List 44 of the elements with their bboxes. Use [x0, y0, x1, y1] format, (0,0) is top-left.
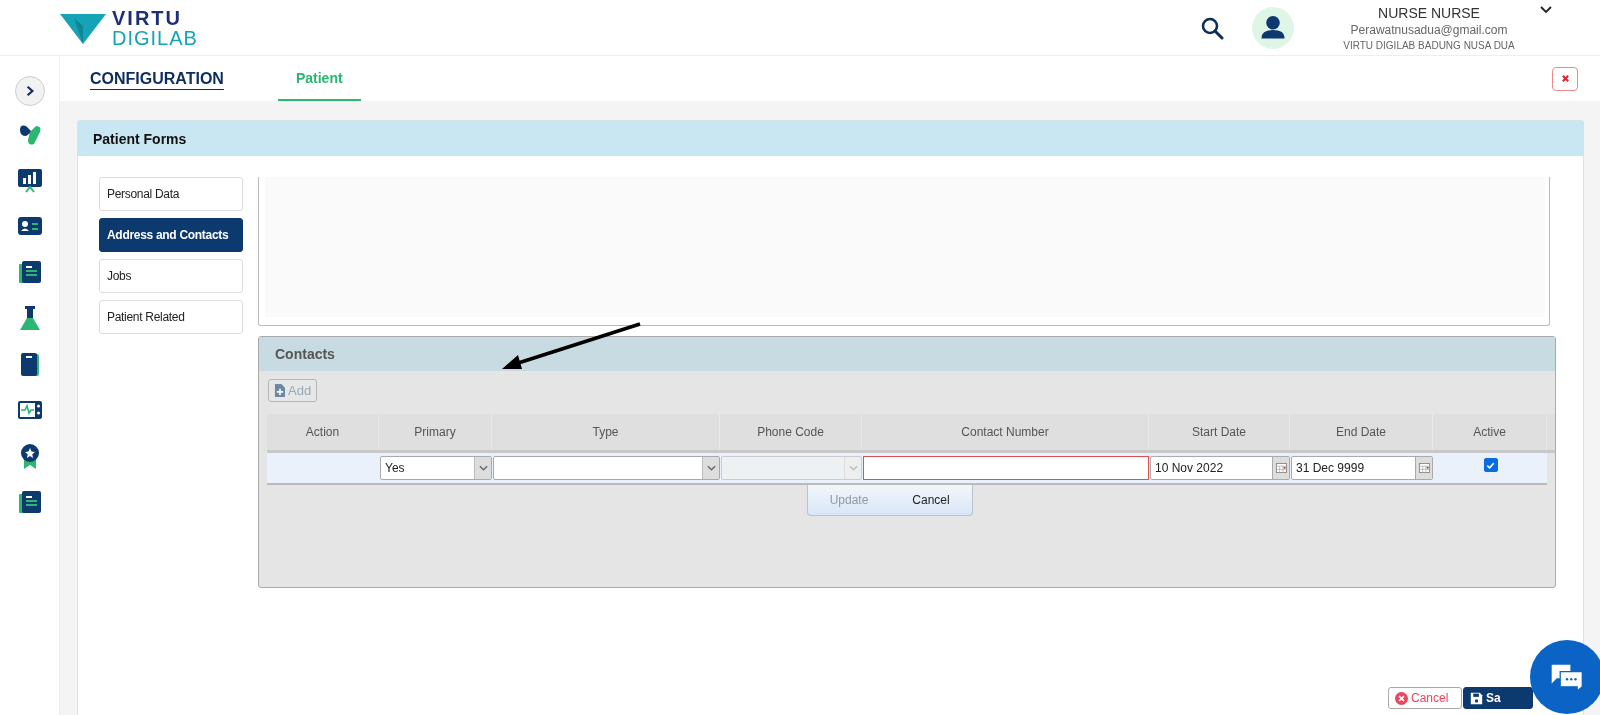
column-header: Type — [492, 414, 720, 450]
column-header: Action — [267, 414, 379, 450]
caret-icon — [706, 465, 716, 471]
user-email: Perawatnusadua@gmail.com — [1350, 22, 1508, 37]
close-icon — [1395, 691, 1408, 705]
form-tab[interactable]: Address and Contacts — [99, 218, 243, 252]
column-header: Active — [1433, 414, 1547, 450]
chevron-down-icon[interactable] — [1540, 5, 1552, 14]
calendar-icon — [1418, 463, 1430, 473]
caret-icon — [478, 465, 488, 471]
close-button[interactable] — [1552, 66, 1578, 91]
column-header: Contact Number — [862, 414, 1149, 450]
chat-bubbles-icon — [1550, 662, 1584, 692]
form-tab[interactable]: Personal Data — [99, 177, 243, 211]
search-icon[interactable] — [1200, 15, 1224, 40]
column-header: Start Date — [1149, 414, 1290, 450]
close-icon — [1560, 74, 1570, 83]
cancel-button[interactable]: Cancel — [890, 485, 972, 515]
calendar-icon — [1275, 463, 1287, 473]
page-title: CONFIGURATION — [90, 69, 224, 88]
date-field[interactable]: 31 Dec 9999 — [1291, 456, 1433, 480]
avatar-icon[interactable] — [1252, 6, 1294, 49]
save-button[interactable]: Sa — [1463, 687, 1533, 709]
form-tab[interactable]: Patient Related — [99, 300, 243, 334]
cancel-button[interactable]: Cancel — [1388, 687, 1462, 709]
brand-subname: DIGILAB — [112, 27, 198, 48]
active-checkbox[interactable] — [1483, 458, 1498, 472]
chart-board-icon[interactable] — [15, 166, 44, 194]
brand-name: VIRTU — [112, 7, 183, 28]
column-header: End Date — [1290, 414, 1433, 450]
panel-title: Patient Forms — [78, 121, 1583, 156]
date-field[interactable]: 10 Nov 2022 — [1150, 456, 1290, 480]
user-organization: VIRTU DIGILAB BADUNG NUSA DUA — [1343, 39, 1515, 51]
file-plus-icon — [274, 384, 285, 397]
column-header: Phone Code — [720, 414, 862, 450]
select-field[interactable] — [493, 456, 720, 480]
user-name: NURSE NURSE — [1378, 4, 1480, 21]
form-tab[interactable]: Jobs — [99, 259, 243, 293]
expand-button[interactable] — [14, 76, 45, 106]
column-header: Primary — [379, 414, 492, 450]
contact-number-field[interactable] — [863, 456, 1149, 480]
caret-icon — [848, 465, 858, 471]
select-field[interactable]: Yes — [380, 456, 492, 480]
contacts-title: Contacts — [259, 337, 1555, 371]
